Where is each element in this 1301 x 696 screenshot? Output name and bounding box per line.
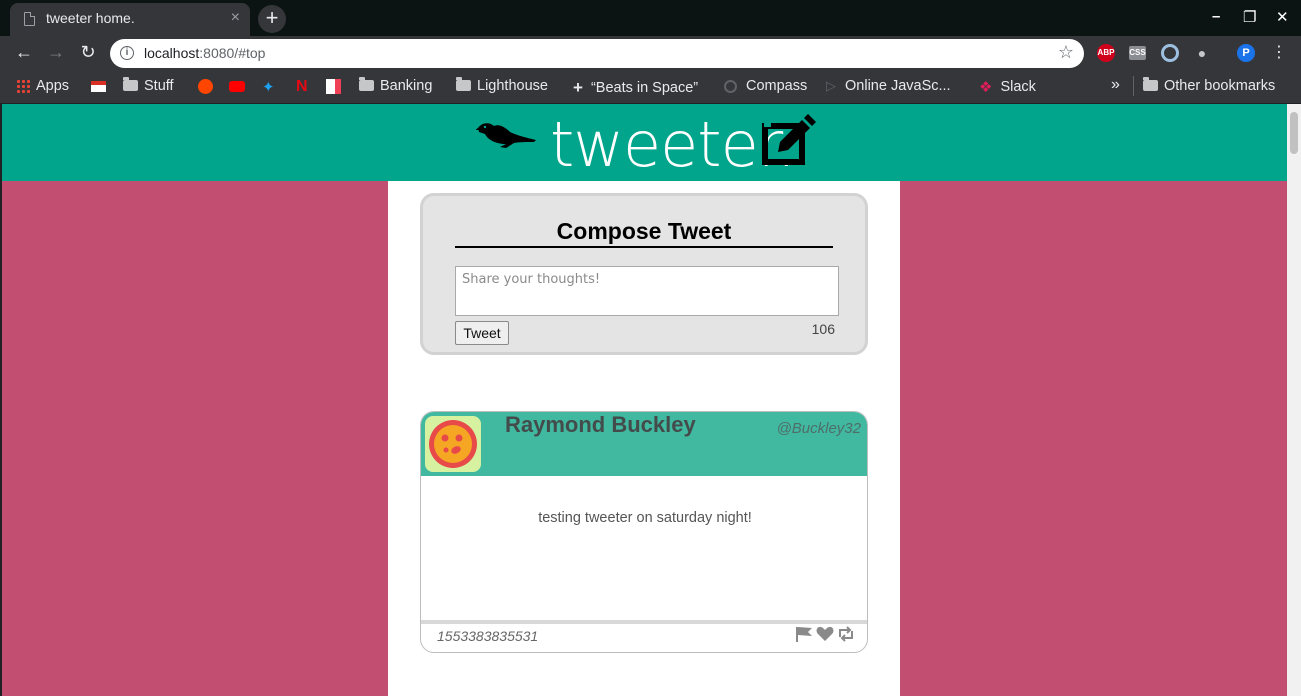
menu-kebab-icon[interactable]: ⋮: [1268, 42, 1290, 62]
bookmark-reddit[interactable]: [198, 78, 219, 94]
close-window-icon[interactable]: ✕: [1276, 8, 1289, 26]
flag-icon[interactable]: [795, 626, 813, 647]
restore-icon[interactable]: ❐: [1243, 8, 1256, 26]
address-bar[interactable]: i localhost:8080/#top ☆: [110, 39, 1084, 68]
pocket-icon: [326, 78, 341, 94]
extension-mouse-icon[interactable]: ●: [1193, 44, 1211, 62]
bookmarks-divider: [1133, 76, 1134, 96]
retweet-icon[interactable]: [837, 626, 855, 647]
slack-icon: ❖: [979, 79, 993, 96]
bookmark-star-icon[interactable]: ☆: [1058, 42, 1074, 63]
avatar: [425, 416, 481, 472]
bookmark-twitter[interactable]: ✦: [262, 78, 275, 96]
folder-icon: [1143, 76, 1158, 91]
bookmark-pocket[interactable]: [326, 78, 347, 94]
page-viewport: tweeter. Compose Tweet Tweet 106: [2, 104, 1301, 696]
page-scrollbar[interactable]: [1287, 104, 1301, 696]
bookmark-beats-in-space[interactable]: + “Beats in Space”: [573, 78, 698, 98]
bird-logo-icon: [475, 118, 538, 159]
site-info-icon[interactable]: i: [120, 46, 134, 60]
new-tweet-composer: Compose Tweet Tweet 106: [420, 193, 868, 355]
browser-tab[interactable]: tweeter home. ×: [10, 3, 250, 36]
tweet-author-name: Raymond Buckley: [505, 412, 696, 437]
bookmark-youtube[interactable]: [229, 78, 251, 94]
folder-icon: [123, 76, 138, 91]
compose-title: Compose Tweet: [455, 216, 833, 248]
play-icon: ▷: [826, 78, 836, 94]
gmail-icon: [91, 80, 106, 92]
forward-icon[interactable]: →: [45, 42, 67, 63]
brand-title: tweeter.: [550, 108, 796, 181]
bookmark-other-bookmarks[interactable]: Other bookmarks: [1143, 76, 1275, 94]
heart-icon[interactable]: [816, 626, 834, 647]
character-counter: 106: [811, 321, 835, 337]
tab-title: tweeter home.: [46, 10, 135, 26]
bookmark-lighthouse[interactable]: Lighthouse: [456, 76, 548, 94]
new-tab-button[interactable]: +: [258, 5, 286, 33]
top-nav: tweeter.: [2, 104, 1287, 181]
tweet-submit-button[interactable]: Tweet: [455, 321, 509, 345]
extension-icon[interactable]: CSS: [1129, 46, 1146, 60]
bookmark-online-javascript[interactable]: ▷ Online JavaSc...: [826, 78, 951, 94]
bookmark-slack[interactable]: ❖ Slack: [979, 78, 1036, 96]
tweet-card: Raymond Buckley @Buckley32 testing tweet…: [420, 411, 868, 653]
bookmarks-overflow-chevron-icon[interactable]: »: [1111, 76, 1120, 94]
plus-icon: +: [573, 78, 583, 97]
url-text[interactable]: localhost:8080/#top: [144, 45, 265, 61]
bookmarks-bar: Apps Stuff ✦ N Banking Lighthouse + “Beat…: [0, 71, 1301, 103]
profile-avatar[interactable]: P: [1237, 44, 1255, 62]
page-icon: [24, 12, 35, 26]
netflix-icon: N: [296, 78, 308, 95]
twitter-icon: ✦: [262, 79, 275, 96]
tweet-actions: [795, 626, 855, 647]
compass-icon: [724, 79, 737, 93]
tweet-timestamp: 1553383835531: [437, 628, 539, 644]
minimize-icon[interactable]: –: [1212, 8, 1220, 25]
bookmark-apps[interactable]: Apps: [16, 78, 69, 94]
tab-close-icon[interactable]: ×: [231, 9, 240, 27]
main-container: Compose Tweet Tweet 106 Raymond Buckl: [388, 181, 900, 696]
scrollbar-thumb[interactable]: [1290, 112, 1298, 154]
bookmark-gmail[interactable]: [91, 78, 112, 94]
bookmark-banking[interactable]: Banking: [359, 76, 432, 94]
compose-edit-icon[interactable]: [760, 114, 816, 175]
reddit-icon: [198, 78, 213, 94]
reload-icon[interactable]: ↻: [77, 42, 99, 63]
youtube-icon: [229, 80, 245, 92]
browser-titlebar: tweeter home. × + – ❐ ✕: [0, 0, 1301, 36]
bookmark-netflix[interactable]: N: [296, 78, 308, 96]
browser-toolbar: ← → ↻ i localhost:8080/#top ☆ ABP CSS ● …: [0, 36, 1301, 71]
back-icon[interactable]: ←: [13, 42, 35, 63]
folder-icon: [359, 76, 374, 91]
adblock-icon[interactable]: ABP: [1097, 44, 1115, 62]
tweet-content: testing tweeter on saturday night!: [538, 510, 752, 526]
bookmark-stuff[interactable]: Stuff: [123, 76, 174, 94]
tweet-divider: [421, 620, 867, 624]
apps-grid-icon: [16, 79, 30, 94]
folder-icon: [456, 76, 471, 91]
tweet-header: Raymond Buckley @Buckley32: [421, 412, 867, 476]
bookmark-compass[interactable]: Compass: [724, 78, 807, 94]
tweet-author-handle: @Buckley32: [776, 420, 861, 437]
extension-ring-icon[interactable]: [1161, 44, 1179, 62]
tweet-text-input[interactable]: [455, 266, 839, 316]
